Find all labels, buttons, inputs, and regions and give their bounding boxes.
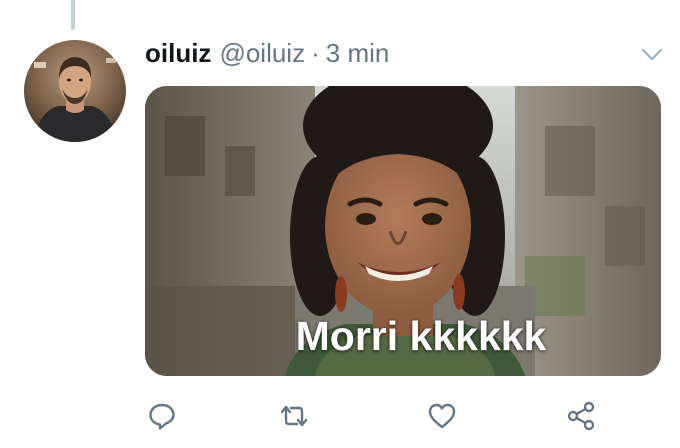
reply-icon [149, 403, 175, 430]
username-handle[interactable]: @oiluiz [219, 38, 305, 68]
heart-icon [428, 403, 456, 429]
share-icon [567, 401, 595, 431]
reply-button[interactable] [144, 398, 180, 434]
retweet-icon [280, 405, 308, 427]
tweet-action-bar [0, 398, 680, 434]
separator-dot: · [311, 38, 320, 68]
retweet-button[interactable] [276, 398, 312, 434]
timestamp[interactable]: 3 min [326, 38, 390, 68]
chevron-down-icon[interactable] [640, 44, 664, 64]
image-caption-text: Morri kkkkkk [295, 313, 547, 359]
thread-connector-line [71, 0, 75, 30]
like-button[interactable] [424, 398, 460, 434]
display-name[interactable]: oiluiz [145, 38, 211, 68]
tweet-header: oiluiz @oiluiz · 3 min [145, 38, 389, 68]
avatar-photo [24, 40, 126, 142]
share-button[interactable] [564, 398, 600, 434]
tweet-image[interactable]: Morri kkkkkk [145, 86, 661, 376]
avatar[interactable] [24, 40, 126, 142]
